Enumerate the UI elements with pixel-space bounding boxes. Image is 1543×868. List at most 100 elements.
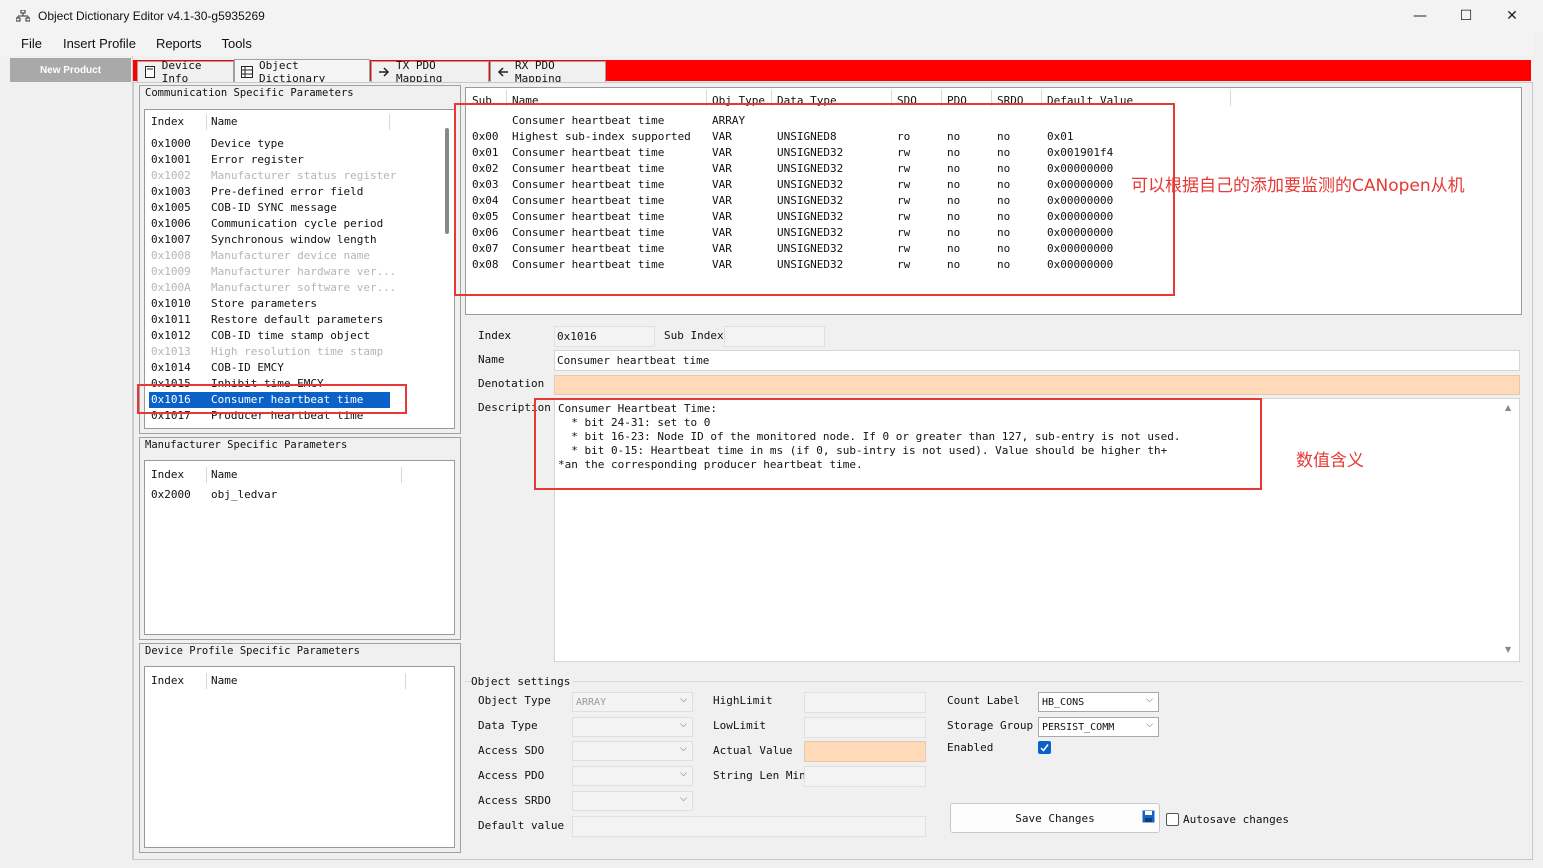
col-header-name[interactable]: Name: [211, 674, 238, 687]
scrollbar-thumb[interactable]: [445, 128, 449, 234]
row-name: Manufacturer status register: [211, 169, 397, 182]
chevron-down-icon: ⌵: [680, 720, 687, 730]
tab-tx-pdo-mapping[interactable]: TX PDO Mapping: [371, 59, 489, 85]
table-row[interactable]: 0x100A Manufacturer software ver...: [145, 280, 445, 296]
app-tree-icon: [16, 10, 30, 22]
menu-tools[interactable]: Tools: [221, 32, 251, 56]
chevron-down-icon: ⌵: [1146, 695, 1153, 705]
tab-device-info[interactable]: Device Info: [137, 59, 234, 85]
default-value-label: Default value: [478, 819, 565, 832]
table-row[interactable]: 0x1003 Pre-defined error field: [145, 184, 445, 200]
row-index: 0x1010: [151, 297, 191, 310]
close-icon: ✕: [1506, 8, 1518, 24]
chevron-down-icon: ⌵: [680, 769, 687, 779]
menu-reports[interactable]: Reports: [156, 32, 202, 56]
highlimit-field[interactable]: [804, 692, 926, 713]
storage-group-select[interactable]: PERSIST_COMM ⌵: [1038, 717, 1159, 737]
list-item[interactable]: 0x2000 obj_ledvar: [145, 487, 445, 503]
denotation-field[interactable]: [554, 375, 1520, 395]
row-index: 0x1006: [151, 217, 191, 230]
scroll-up-icon[interactable]: ▲: [1505, 403, 1511, 412]
profile-params-list[interactable]: Index Name: [144, 666, 455, 848]
col-header-index[interactable]: Index: [151, 674, 184, 687]
subindex-label: Sub Index: [664, 329, 724, 342]
row-index: 0x1014: [151, 361, 191, 374]
table-row[interactable]: 0x1007 Synchronous window length: [145, 232, 445, 248]
tab-rx-pdo-mapping[interactable]: RX PDO Mapping: [490, 59, 606, 85]
tab-object-dictionary[interactable]: Object Dictionary: [234, 59, 370, 85]
chevron-down-icon: ⌵: [680, 794, 687, 804]
mfr-params-list[interactable]: Index Name 0x2000 obj_ledvar: [144, 460, 455, 635]
access-srdo-select[interactable]: ⌵: [572, 791, 693, 811]
maximize-button[interactable]: ☐: [1443, 0, 1489, 32]
title-bar: Object Dictionary Editor v4.1-30-g593526…: [0, 0, 1543, 32]
data-type-label: Data Type: [478, 719, 538, 732]
row-name: Manufacturer software ver...: [211, 281, 397, 294]
access-pdo-select[interactable]: ⌵: [572, 766, 693, 786]
row-name: Manufacturer hardware ver...: [211, 265, 397, 278]
table-row[interactable]: 0x1006 Communication cycle period: [145, 216, 445, 232]
table-row[interactable]: 0x1009 Manufacturer hardware ver...: [145, 264, 445, 280]
row-name: High resolution time stamp: [211, 345, 384, 358]
table-row[interactable]: 0x1013 High resolution time stamp: [145, 344, 445, 360]
minimize-icon: —: [1413, 8, 1427, 24]
table-row[interactable]: 0x1011 Restore default parameters: [145, 312, 445, 328]
actual-value-field[interactable]: [804, 741, 926, 762]
new-product-button[interactable]: New Product: [10, 58, 131, 82]
left-nav-panel: [8, 56, 133, 860]
access-sdo-select[interactable]: ⌵: [572, 741, 693, 761]
row-name: Store parameters: [211, 297, 317, 310]
minimize-button[interactable]: —: [1397, 0, 1443, 32]
subindex-field[interactable]: [724, 326, 825, 347]
row-name: COB-ID time stamp object: [211, 329, 370, 342]
row-index: 0x1011: [151, 313, 191, 326]
menu-file[interactable]: File: [21, 32, 42, 56]
menu-insert-profile[interactable]: Insert Profile: [63, 32, 136, 56]
count-label-select[interactable]: HB_CONS ⌵: [1038, 692, 1159, 712]
table-row[interactable]: 0x1001 Error register: [145, 152, 445, 168]
enabled-checkbox[interactable]: [1038, 741, 1051, 754]
string-len-min-label: String Len Min: [713, 769, 806, 782]
table-row[interactable]: 0x1014 COB-ID EMCY: [145, 360, 445, 376]
window-title: Object Dictionary Editor v4.1-30-g593526…: [38, 9, 265, 23]
menu-bar: File Insert Profile Reports Tools: [0, 32, 1535, 56]
group-title: Manufacturer Specific Parameters: [145, 439, 348, 451]
save-changes-button[interactable]: Save Changes: [950, 803, 1160, 833]
table-row[interactable]: 0x1008 Manufacturer device name: [145, 248, 445, 264]
lowlimit-field[interactable]: [804, 717, 926, 738]
item-index: 0x2000: [151, 488, 191, 501]
checkmark-icon: [1040, 744, 1049, 752]
table-row[interactable]: 0x1005 COB-ID SYNC message: [145, 200, 445, 216]
highlimit-label: HighLimit: [713, 694, 773, 707]
access-srdo-label: Access SRDO: [478, 794, 551, 807]
col-header-name[interactable]: Name: [211, 115, 238, 128]
close-button[interactable]: ✕: [1489, 0, 1535, 32]
comm-params-list[interactable]: Index Name 0x1000 Device type 0x1001 Error …: [144, 109, 455, 429]
default-value-field[interactable]: [572, 816, 926, 837]
string-len-min-field[interactable]: [804, 766, 926, 787]
group-title: Communication Specific Parameters: [145, 87, 354, 99]
data-type-select[interactable]: ⌵: [572, 717, 693, 737]
row-name: COB-ID EMCY: [211, 361, 284, 374]
row-index: 0x1002: [151, 169, 191, 182]
autosave-checkbox[interactable]: [1166, 813, 1179, 826]
col-header-index[interactable]: Index: [151, 115, 184, 128]
table-row[interactable]: 0x1010 Store parameters: [145, 296, 445, 312]
index-field[interactable]: 0x1016: [554, 326, 655, 347]
table-row[interactable]: 0x1012 COB-ID time stamp object: [145, 328, 445, 344]
table-row[interactable]: 0x1000 Device type: [145, 136, 445, 152]
denotation-label: Denotation: [478, 377, 545, 390]
scroll-down-icon[interactable]: ▼: [1505, 645, 1511, 654]
col-header-index[interactable]: Index: [151, 468, 184, 481]
name-field[interactable]: Consumer heartbeat time: [554, 350, 1520, 371]
col-header-name[interactable]: Name: [211, 468, 238, 481]
mfr-params-group: Manufacturer Specific Parameters Index N…: [139, 437, 461, 640]
lowlimit-label: LowLimit: [713, 719, 766, 732]
table-row[interactable]: 0x1002 Manufacturer status register: [145, 168, 445, 184]
index-label: Index: [478, 329, 512, 342]
chevron-down-icon: ⌵: [680, 695, 687, 705]
chevron-down-icon: ⌵: [680, 744, 687, 754]
row-index: 0x100A: [151, 281, 191, 294]
object-type-select[interactable]: ARRAY ⌵: [572, 692, 693, 712]
annotation-description-box: [534, 398, 1262, 490]
